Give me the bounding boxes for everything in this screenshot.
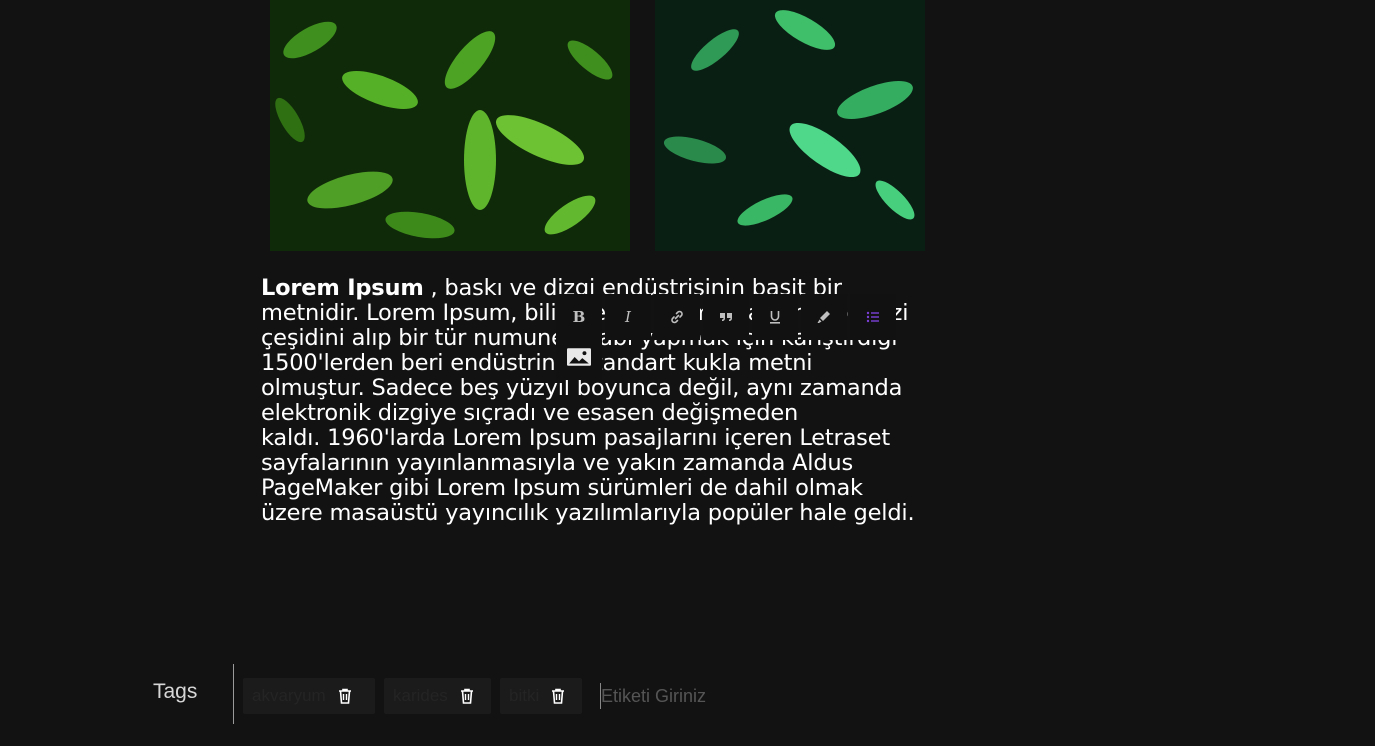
underline-button[interactable]	[752, 294, 798, 340]
underline-icon	[770, 311, 780, 324]
image-icon	[567, 348, 591, 366]
list-icon	[866, 311, 879, 323]
tag-chip: karides	[384, 678, 491, 714]
highlight-button[interactable]	[801, 294, 847, 340]
list-button[interactable]	[850, 294, 896, 340]
article-line-8: sayfalarının yayınlanmasıyla ve yakın za…	[261, 450, 854, 476]
aquarium-image-right	[655, 0, 925, 251]
aquarium-image-left	[270, 0, 630, 251]
formatting-toolbar: B I	[556, 294, 896, 382]
tag-label: akvaryum	[252, 686, 326, 705]
quote-icon	[720, 313, 732, 321]
article-line-10: üzere masaüstü yayıncılık yazılımlarıyla…	[261, 500, 915, 526]
tag-label: bitki	[509, 686, 540, 705]
highlight-icon	[817, 311, 830, 323]
tags-divider	[233, 664, 234, 724]
trash-icon[interactable]	[551, 688, 565, 704]
article-line-9: PageMaker gibi Lorem Ipsum sürümleri de …	[261, 475, 863, 501]
article-line-7: kaldı. 1960'larda Lorem Ipsum pasajların…	[261, 425, 890, 451]
image-button[interactable]	[556, 334, 602, 380]
link-icon	[671, 310, 683, 324]
tag-input[interactable]	[600, 683, 801, 709]
article-line-6: elektronik dizgiye sıçradı ve esasen değ…	[261, 400, 799, 426]
bold-icon: B	[572, 308, 586, 326]
italic-icon: I	[625, 308, 631, 326]
link-button[interactable]	[654, 294, 700, 340]
article-bold-lead: Lorem Ipsum	[261, 275, 424, 301]
tag-chip: bitki	[500, 678, 582, 714]
trash-icon[interactable]	[460, 688, 474, 704]
tags-label: Tags	[153, 680, 198, 703]
italic-button[interactable]: I	[605, 294, 651, 340]
tag-label: karides	[393, 686, 448, 705]
tag-chip: akvaryum	[243, 678, 375, 714]
trash-icon[interactable]	[338, 688, 352, 704]
quote-button[interactable]	[703, 294, 749, 340]
